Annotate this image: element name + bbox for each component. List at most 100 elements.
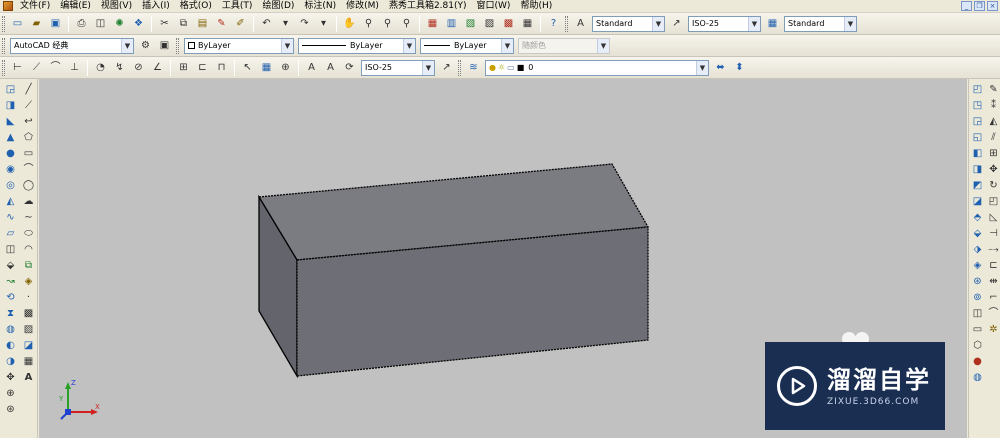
pyramid-icon[interactable]: ◭ bbox=[2, 194, 19, 209]
ne-iso-icon[interactable]: ⬙ bbox=[970, 226, 985, 241]
chevron-down-icon[interactable]: ▼ bbox=[696, 60, 708, 75]
make-block-icon[interactable]: ◈ bbox=[20, 274, 37, 289]
dimedit-icon[interactable]: A bbox=[303, 59, 320, 76]
spline-icon[interactable]: ∼ bbox=[20, 210, 37, 225]
extend-icon[interactable]: ⤍ bbox=[986, 242, 1000, 257]
fillet-icon[interactable]: ⌒ bbox=[986, 306, 1000, 321]
chevron-down-icon[interactable]: ▼ bbox=[121, 38, 133, 53]
menu-view[interactable]: 视图(V) bbox=[96, 0, 137, 12]
menu-dimension[interactable]: 标注(N) bbox=[299, 0, 341, 12]
helix-icon[interactable]: ∿ bbox=[2, 210, 19, 225]
pan-icon[interactable]: ✋ bbox=[341, 15, 358, 32]
diameter-dim-icon[interactable]: ⊘ bbox=[130, 59, 147, 76]
quick-dim-icon[interactable]: ⊞ bbox=[175, 59, 192, 76]
sheet-set-icon[interactable]: ▨ bbox=[481, 15, 498, 32]
cylinder-icon[interactable]: ◉ bbox=[2, 162, 19, 177]
menu-tools[interactable]: 工具(T) bbox=[217, 0, 258, 12]
free-orbit-icon[interactable]: ⊚ bbox=[970, 290, 985, 305]
plot-preview-icon[interactable]: ◫ bbox=[92, 15, 109, 32]
2d-wireframe-icon[interactable]: ▭ bbox=[970, 322, 985, 337]
chevron-down-icon[interactable]: ▼ bbox=[652, 16, 664, 31]
dim-update-icon[interactable]: ⟳ bbox=[341, 59, 358, 76]
text-style-select[interactable]: Standard ▼ bbox=[592, 15, 665, 32]
line-icon[interactable]: ╱ bbox=[20, 82, 37, 97]
toolbar-grip[interactable] bbox=[458, 59, 461, 76]
rectangle-icon[interactable]: ▭ bbox=[20, 146, 37, 161]
region-icon[interactable]: ◪ bbox=[20, 338, 37, 353]
trim-icon[interactable]: ⊣ bbox=[986, 226, 1000, 241]
workspace-settings-icon[interactable]: ⚙ bbox=[137, 37, 154, 54]
ordinate-dim-icon[interactable]: ⊥ bbox=[66, 59, 83, 76]
chevron-down-icon[interactable]: ▼ bbox=[501, 38, 513, 53]
explode-icon[interactable]: ✲ bbox=[986, 322, 1000, 337]
front-view-icon[interactable]: ◨ bbox=[970, 162, 985, 177]
chevron-down-icon[interactable]: ▼ bbox=[403, 38, 415, 53]
break-icon[interactable]: ⊏ bbox=[986, 258, 1000, 273]
hatch-icon[interactable]: ▩ bbox=[20, 306, 37, 321]
dimtedit-icon[interactable]: A bbox=[322, 59, 339, 76]
union-icon[interactable]: ◍ bbox=[2, 322, 19, 337]
multiline-text-icon[interactable]: A bbox=[20, 370, 37, 385]
box-icon[interactable]: ◨ bbox=[2, 98, 19, 113]
planar-surface-icon[interactable]: ▱ bbox=[2, 226, 19, 241]
arc-icon[interactable]: ⌒ bbox=[20, 162, 37, 177]
erase-icon[interactable]: ✎ bbox=[986, 82, 1000, 97]
layer-select[interactable]: ● ☼ ▭ ■ 0 ▼ bbox=[485, 59, 709, 76]
block-editor-icon[interactable]: ✐ bbox=[232, 15, 249, 32]
orbit-icon[interactable]: ⊛ bbox=[970, 274, 985, 289]
color-select[interactable]: ByLayer ▼ bbox=[184, 37, 294, 54]
print-icon[interactable]: ⎙ bbox=[73, 15, 90, 32]
back-view-icon[interactable]: ◩ bbox=[970, 178, 985, 193]
toolbar-grip[interactable] bbox=[2, 15, 5, 32]
table-style-select[interactable]: Standard ▼ bbox=[784, 15, 857, 32]
sw-iso-icon[interactable]: ◪ bbox=[970, 194, 985, 209]
chamfer-icon[interactable]: ⌐ bbox=[986, 290, 1000, 305]
dim-style-manager-icon[interactable]: ↗ bbox=[438, 59, 455, 76]
sweep-icon[interactable]: ↝ bbox=[2, 274, 19, 289]
polygon-icon[interactable]: ⬠ bbox=[20, 130, 37, 145]
menu-draw[interactable]: 绘图(D) bbox=[257, 0, 299, 12]
se-iso-icon[interactable]: ⬘ bbox=[970, 210, 985, 225]
sphere-icon[interactable]: ● bbox=[2, 146, 19, 161]
zoom-window-icon[interactable]: ⚲ bbox=[379, 15, 396, 32]
design-center-icon[interactable]: ▥ bbox=[443, 15, 460, 32]
dim-style-select-2[interactable]: ISO-25 ▼ bbox=[361, 59, 435, 76]
nw-iso-icon[interactable]: ⬗ bbox=[970, 242, 985, 257]
join-icon[interactable]: ⇹ bbox=[986, 274, 1000, 289]
dim-style-icon[interactable]: ↗ bbox=[668, 15, 685, 32]
revolve-icon[interactable]: ⟲ bbox=[2, 290, 19, 305]
toolbar-grip[interactable] bbox=[176, 37, 179, 54]
aligned-dim-icon[interactable]: ⟋ bbox=[28, 59, 45, 76]
linetype-select[interactable]: ByLayer ▼ bbox=[298, 37, 416, 54]
right-view-icon[interactable]: ◧ bbox=[970, 146, 985, 161]
3d-align-icon[interactable]: ⊛ bbox=[2, 402, 19, 417]
rotate-icon[interactable]: ↻ bbox=[986, 178, 1000, 193]
chevron-down-icon[interactable]: ▼ bbox=[422, 60, 434, 75]
zoom-realtime-icon[interactable]: ⚲ bbox=[360, 15, 377, 32]
top-view-icon[interactable]: ◳ bbox=[970, 98, 985, 113]
workspace-select[interactable]: AutoCAD 经典 ▼ bbox=[10, 37, 134, 54]
text-style-icon[interactable]: A bbox=[572, 15, 589, 32]
redo-dropdown-icon[interactable]: ▾ bbox=[315, 15, 332, 32]
linear-dim-icon[interactable]: ⊢ bbox=[9, 59, 26, 76]
menu-edit[interactable]: 编辑(E) bbox=[55, 0, 96, 12]
chevron-down-icon[interactable]: ▼ bbox=[748, 16, 760, 31]
construction-line-icon[interactable]: ⟋ bbox=[20, 98, 37, 113]
close-icon[interactable]: × bbox=[987, 1, 998, 11]
polysolid-icon[interactable]: ◲ bbox=[2, 82, 19, 97]
arc-length-icon[interactable]: ⌒ bbox=[47, 59, 64, 76]
stretch-icon[interactable]: ◺ bbox=[986, 210, 1000, 225]
gradient-icon[interactable]: ▨ bbox=[20, 322, 37, 337]
my-workspace-icon[interactable]: ▣ bbox=[156, 37, 173, 54]
mirror-icon[interactable]: ◭ bbox=[986, 114, 1000, 129]
conceptual-style-icon[interactable]: ◍ bbox=[970, 370, 985, 385]
restore-icon[interactable]: ❐ bbox=[974, 1, 985, 11]
match-properties-icon[interactable]: ✎ bbox=[213, 15, 230, 32]
3d-hidden-icon[interactable]: ⬡ bbox=[970, 338, 985, 353]
cone-icon[interactable]: ▲ bbox=[2, 130, 19, 145]
visual-style-icon[interactable]: ◫ bbox=[970, 306, 985, 321]
minimize-icon[interactable]: _ bbox=[961, 1, 972, 11]
copy-object-icon[interactable]: ⁑ bbox=[986, 98, 1000, 113]
subtract-icon[interactable]: ◐ bbox=[2, 338, 19, 353]
3d-move-icon[interactable]: ✥ bbox=[2, 370, 19, 385]
